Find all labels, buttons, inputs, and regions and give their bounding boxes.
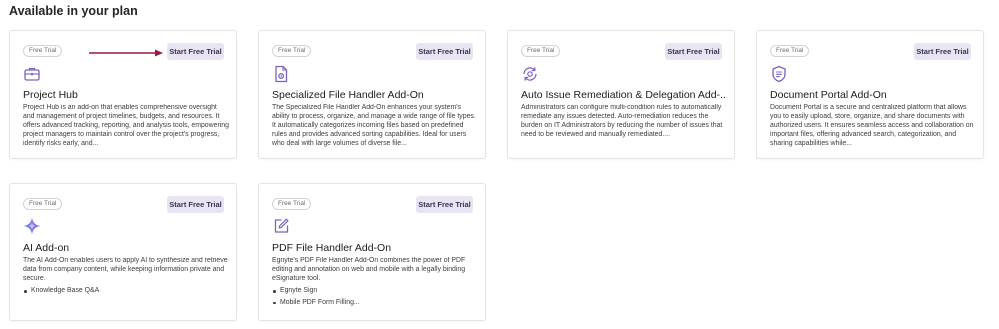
card-title: Specialized File Handler Add-On bbox=[272, 89, 424, 101]
list-item: Egnyte Sign bbox=[272, 287, 478, 296]
card-description: Document Portal is a secure and centrali… bbox=[770, 104, 974, 147]
ai-sparkle-icon bbox=[23, 217, 41, 235]
free-trial-badge: Free Trial bbox=[770, 45, 810, 57]
annotation-arrow-icon bbox=[89, 49, 163, 57]
card-description: The Specialized File Handler Add-On enha… bbox=[272, 104, 476, 147]
start-free-trial-button[interactable]: Start Free Trial bbox=[416, 196, 473, 213]
file-settings-icon bbox=[272, 65, 290, 83]
card-title: Document Portal Add-On bbox=[770, 89, 887, 101]
edit-square-icon bbox=[272, 217, 290, 235]
card-title: Auto Issue Remediation & Delegation Add-… bbox=[521, 89, 727, 101]
free-trial-badge: Free Trial bbox=[272, 45, 312, 57]
start-free-trial-button[interactable]: Start Free Trial bbox=[167, 43, 224, 60]
free-trial-badge: Free Trial bbox=[521, 45, 561, 57]
feature-list: Knowledge Base Q&A bbox=[23, 287, 229, 299]
start-free-trial-button[interactable]: Start Free Trial bbox=[665, 43, 722, 60]
list-item: Knowledge Base Q&A bbox=[23, 287, 229, 296]
list-item: Mobile PDF Form Filling... bbox=[272, 299, 478, 308]
shield-document-icon bbox=[770, 65, 788, 83]
addon-card-ai: Free Trial Start Free Trial AI Add-on Th… bbox=[9, 183, 237, 321]
card-description: Egnyte's PDF File Handler Add-On combine… bbox=[272, 257, 466, 282]
addon-card-pdf-file-handler: Free Trial Start Free Trial PDF File Han… bbox=[258, 183, 486, 321]
start-free-trial-button[interactable]: Start Free Trial bbox=[914, 43, 971, 60]
card-title: PDF File Handler Add-On bbox=[272, 242, 392, 254]
card-title: Project Hub bbox=[23, 89, 78, 101]
gear-sync-icon bbox=[521, 65, 539, 83]
card-title: AI Add-on bbox=[23, 242, 70, 254]
free-trial-badge: Free Trial bbox=[23, 198, 63, 210]
addon-card-auto-issue-remediation: Free Trial Start Free Trial Auto Issue R… bbox=[507, 30, 735, 159]
card-description: The AI Add-On enables users to apply AI … bbox=[23, 257, 228, 282]
addon-card-document-portal: Free Trial Start Free Trial Document Por… bbox=[756, 30, 984, 159]
free-trial-badge: Free Trial bbox=[23, 45, 63, 57]
free-trial-badge: Free Trial bbox=[272, 198, 312, 210]
card-description: Project Hub is an add-on that enables co… bbox=[23, 104, 229, 147]
addon-card-specialized-file-handler: Free Trial Start Free Trial Specialized … bbox=[258, 30, 486, 159]
feature-list: Egnyte Sign Mobile PDF Form Filling... bbox=[272, 287, 478, 311]
start-free-trial-button[interactable]: Start Free Trial bbox=[416, 43, 473, 60]
card-description: Administrators can configure multi-condi… bbox=[521, 104, 723, 138]
start-free-trial-button[interactable]: Start Free Trial bbox=[167, 196, 224, 213]
briefcase-icon bbox=[23, 65, 41, 83]
section-title: Available in your plan bbox=[9, 4, 138, 18]
